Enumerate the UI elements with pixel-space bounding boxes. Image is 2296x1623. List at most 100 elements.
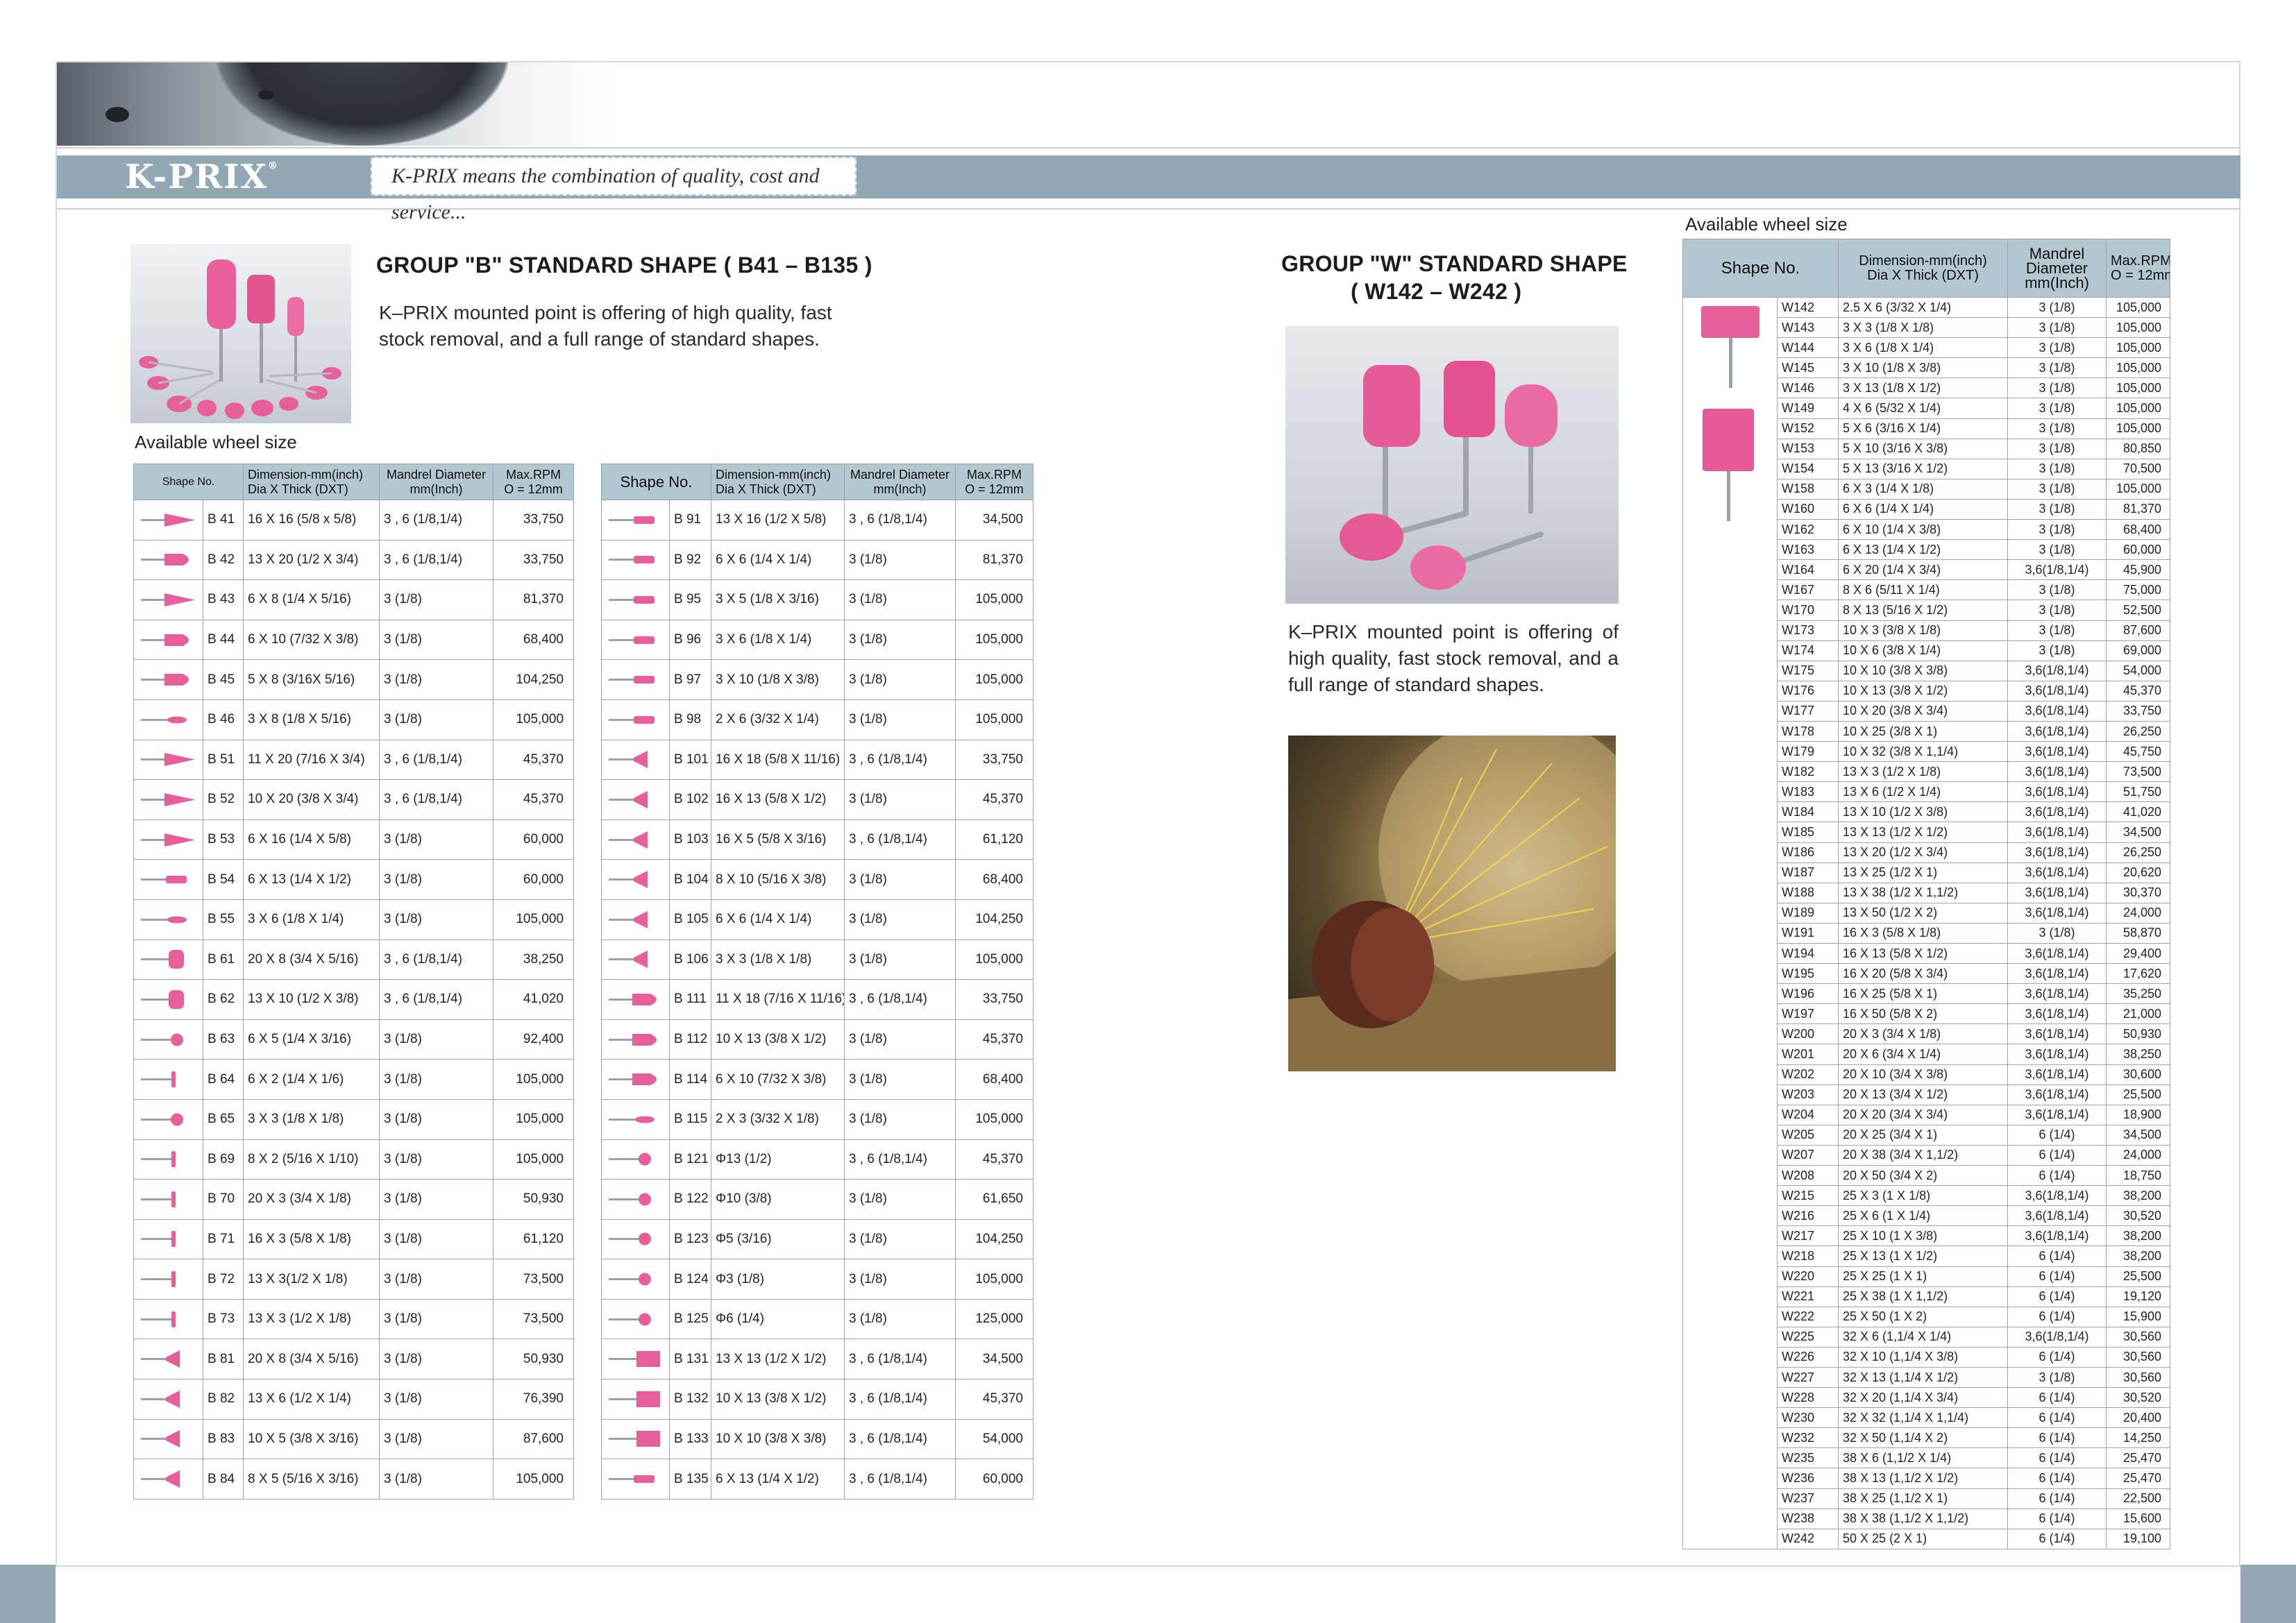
mandrel-cell: 3 (1/8) xyxy=(844,1259,956,1300)
max-rpm-cell: 54,000 xyxy=(2106,660,2171,681)
header-mandrel: Mandrel Diameter mm(Inch) xyxy=(844,464,956,500)
table-row: B 62 13 X 10 (1/2 X 3/8) 3 , 6 (1/8,1/4) 41… xyxy=(133,979,575,1020)
mandrel-cell: 3,6(1/8,1/4) xyxy=(2007,1104,2107,1125)
group-b-table-left: Shape No. Dimension-mm(inch) Dia X Thick … xyxy=(133,464,575,1499)
shape-number: W174 xyxy=(1776,640,1839,661)
shape-wheel-icon xyxy=(133,939,203,980)
w-shape-images xyxy=(1682,297,1778,1549)
max-rpm-cell: 104,250 xyxy=(493,659,575,700)
shape-flare-icon xyxy=(601,819,670,860)
mandrel-cell: 3 (1/8) xyxy=(379,1139,494,1180)
mandrel-cell: 6 (1/4) xyxy=(2007,1488,2107,1509)
shape-number: B 42 xyxy=(202,539,244,581)
shape-cone-icon xyxy=(133,579,203,620)
dimension-cell: Φ3 (1/8) xyxy=(711,1259,845,1300)
mandrel-cell: 3 , 6 (1/8,1/4) xyxy=(379,779,494,820)
dimension-cell: Φ10 (3/8) xyxy=(711,1179,845,1220)
dimension-cell: 13 X 25 (1/2 X 1) xyxy=(1838,862,2009,883)
table-row: B 52 10 X 20 (3/8 X 3/4) 3 , 6 (1/8,1/4) 45… xyxy=(133,779,575,820)
dimension-cell: 16 X 16 (5/8 x 5/8) xyxy=(243,500,380,541)
shape-number: W179 xyxy=(1776,741,1839,763)
dimension-cell: 6 X 6 (1/4 X 1/4) xyxy=(1838,498,2009,520)
shape-oval-icon xyxy=(133,899,203,940)
shape-flare-icon xyxy=(601,899,670,940)
dimension-cell: 13 X 3 (1/2 X 1/8) xyxy=(243,1298,380,1340)
shape-number: B 135 xyxy=(669,1459,711,1499)
shape-number: W197 xyxy=(1776,1003,1839,1025)
max-rpm-cell: 45,750 xyxy=(2106,741,2171,763)
shape-number: B 106 xyxy=(669,939,711,980)
table-row: B 45 5 X 8 (3/16X 5/16) 3 (1/8) 104,250 xyxy=(133,659,575,700)
shape-flare-icon xyxy=(133,1459,203,1499)
shape-number: B 54 xyxy=(202,859,244,900)
dimension-cell: 20 X 6 (3/4 X 1/4) xyxy=(1838,1044,2009,1065)
shape-number: W162 xyxy=(1776,519,1839,541)
dimension-cell: 6 X 10 (7/32 X 3/8) xyxy=(243,619,380,661)
mandrel-cell: 6 (1/4) xyxy=(2007,1306,2107,1327)
table-row: B 121 Φ13 (1/2) 3 , 6 (1/8,1/4) 45,370 xyxy=(601,1139,1033,1180)
max-rpm-cell: 45,370 xyxy=(955,1019,1033,1060)
group-w-subtitle: ( W142 – W242 ) xyxy=(1351,279,1522,304)
table-row: B 111 11 X 18 (7/16 X 11/16) 3 , 6 (1/8,1/… xyxy=(601,979,1033,1020)
max-rpm-cell: 105,000 xyxy=(955,579,1033,620)
mandrel-cell: 3,6(1/8,1/4) xyxy=(2007,882,2107,903)
max-rpm-cell: 104,250 xyxy=(955,899,1033,940)
shape-number: W167 xyxy=(1776,579,1839,601)
group-b-title: GROUP "B" STANDARD SHAPE ( B41 – B135 ) xyxy=(376,253,872,278)
shape-number: B 125 xyxy=(669,1298,711,1340)
max-rpm-cell: 29,400 xyxy=(2106,942,2171,965)
shape-number: W170 xyxy=(1776,600,1839,621)
max-rpm-cell: 15,900 xyxy=(2106,1306,2171,1327)
mandrel-cell: 3 (1/8) xyxy=(2007,398,2107,419)
table-row: B 91 13 X 16 (1/2 X 5/8) 3 , 6 (1/8,1/4) 34… xyxy=(601,500,1033,541)
mandrel-cell: 3 (1/8) xyxy=(844,1218,956,1260)
shape-flare-icon xyxy=(601,939,670,980)
mandrel-cell: 3 , 6 (1/8,1/4) xyxy=(379,539,494,581)
group-b-table-right: Shape No. Dimension-mm(inch) Dia X Thick … xyxy=(601,464,1033,1499)
table-row: B 69 8 X 2 (5/16 X 1/10) 3 (1/8) 105,000 xyxy=(133,1139,575,1180)
dimension-cell: 5 X 6 (3/16 X 1/4) xyxy=(1838,418,2009,439)
max-rpm-cell: 68,400 xyxy=(955,859,1033,900)
dimension-cell: 10 X 32 (3/8 X 1,1/4) xyxy=(1838,741,2009,763)
dimension-cell: 16 X 3 (5/8 X 1/8) xyxy=(1838,922,2009,944)
shape-number: W242 xyxy=(1776,1528,1839,1549)
dimension-cell: 6 X 3 (1/4 X 1/8) xyxy=(1838,478,2009,500)
max-rpm-cell: 21,000 xyxy=(2106,1003,2171,1025)
dimension-cell: 6 X 2 (1/4 X 1/6) xyxy=(243,1059,380,1100)
max-rpm-cell: 34,500 xyxy=(2106,1124,2171,1146)
max-rpm-cell: 105,000 xyxy=(2106,337,2171,359)
group-w-description: K–PRIX mounted point is offering of high… xyxy=(1288,621,1619,695)
mandrel-cell: 3 (1/8) xyxy=(2007,418,2107,439)
shape-oval-icon xyxy=(133,699,203,740)
shape-number: B 53 xyxy=(202,819,244,860)
max-rpm-cell: 105,000 xyxy=(493,1459,575,1499)
shape-number: W238 xyxy=(1776,1508,1839,1529)
mandrel-cell: 3 (1/8) xyxy=(844,579,956,620)
shape-number: B 98 xyxy=(669,699,711,740)
max-rpm-cell: 75,000 xyxy=(2106,579,2171,601)
mandrel-cell: 3 (1/8) xyxy=(844,1019,956,1060)
shape-number: B 63 xyxy=(202,1019,244,1060)
table-row: B 71 16 X 3 (5/8 X 1/8) 3 (1/8) 61,120 xyxy=(133,1218,575,1260)
shape-number: B 61 xyxy=(202,939,244,980)
dimension-cell: 16 X 25 (5/8 X 1) xyxy=(1838,983,2009,1005)
shape-number: B 132 xyxy=(669,1379,711,1420)
table-row: W142 2.5 X 6 (3/32 X 1/4) 3 (1/8) 105,000 xyxy=(1682,296,2171,1549)
table-row: B 132 10 X 13 (3/8 X 1/2) 3 , 6 (1/8,1/4) 4… xyxy=(601,1379,1033,1420)
shape-number: W173 xyxy=(1776,620,1839,641)
max-rpm-cell: 50,930 xyxy=(493,1339,575,1380)
dimension-cell: 20 X 8 (3/4 X 5/16) xyxy=(243,939,380,980)
mandrel-cell: 6 (1/4) xyxy=(2007,1468,2107,1489)
table-row: B 83 10 X 5 (3/8 X 3/16) 3 (1/8) 87,600 xyxy=(133,1418,575,1460)
mandrel-cell: 3 (1/8) xyxy=(2007,377,2107,399)
mandrel-cell: 3 (1/8) xyxy=(844,539,956,581)
shape-flare-icon xyxy=(133,1418,203,1460)
max-rpm-cell: 105,000 xyxy=(955,939,1033,980)
shape-number: B 55 xyxy=(202,899,244,940)
brand-logo: K-PRIX® xyxy=(125,158,279,196)
header-dimension: Dimension-mm(inch) Dia X Thick (DXT) xyxy=(711,464,845,500)
mandrel-cell: 3,6(1/8,1/4) xyxy=(2007,761,2107,783)
mandrel-cell: 3 (1/8) xyxy=(2007,337,2107,359)
shape-number: W217 xyxy=(1776,1225,1839,1247)
dimension-cell: 6 X 20 (1/4 X 3/4) xyxy=(1838,559,2009,581)
